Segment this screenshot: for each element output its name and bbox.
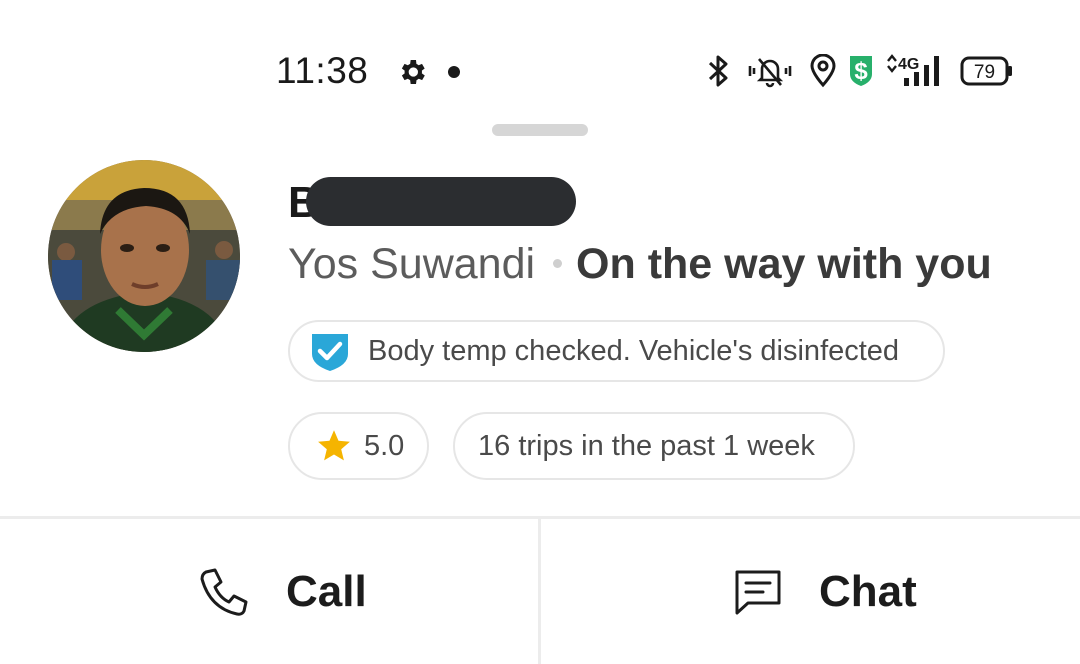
rating-value: 5.0 xyxy=(364,429,405,462)
sheet-drag-handle[interactable] xyxy=(492,124,588,136)
dollar-shield-icon: $ xyxy=(850,56,872,86)
network-type-label: 4G xyxy=(898,56,919,73)
chat-button[interactable]: Chat xyxy=(733,519,917,664)
location-icon xyxy=(810,54,836,88)
safety-badge-text: Body temp checked. Vehicle's disinfected xyxy=(368,334,900,367)
driver-subtitle: Yos Suwandi On the way with you xyxy=(288,240,992,289)
status-time: 11:38 xyxy=(276,50,369,91)
driver-avatar xyxy=(48,160,240,352)
trip-status: On the way with you xyxy=(576,240,992,288)
battery-level: 79 xyxy=(974,62,995,83)
battery-icon: 79 xyxy=(960,56,1012,86)
trips-chip[interactable]: 16 trips in the past 1 week xyxy=(453,412,855,480)
call-label: Call xyxy=(286,566,367,616)
status-bar: 11:38 $ 4G 79 xyxy=(0,0,1080,120)
trips-text: 16 trips in the past 1 week xyxy=(478,429,815,462)
chat-label: Chat xyxy=(819,566,917,616)
name-redaction xyxy=(306,177,576,226)
call-button[interactable]: Call xyxy=(198,519,367,664)
svg-text:$: $ xyxy=(854,58,868,85)
silent-vibrate-icon xyxy=(748,58,792,88)
rating-chip[interactable]: 5.0 xyxy=(288,412,429,480)
chat-icon xyxy=(735,570,781,614)
star-icon xyxy=(318,430,350,461)
bluetooth-icon xyxy=(708,55,728,87)
signal-icon: 4G xyxy=(887,54,939,86)
gear-icon xyxy=(401,60,425,84)
vehicle-plate: Yos Suwandi xyxy=(288,240,536,288)
shield-check-icon xyxy=(312,334,348,371)
separator-dot xyxy=(553,259,563,269)
notification-dot-icon xyxy=(448,66,460,78)
safety-badge[interactable]: Body temp checked. Vehicle's disinfected xyxy=(288,320,945,382)
phone-icon xyxy=(200,568,248,616)
actions-separator xyxy=(538,519,541,664)
